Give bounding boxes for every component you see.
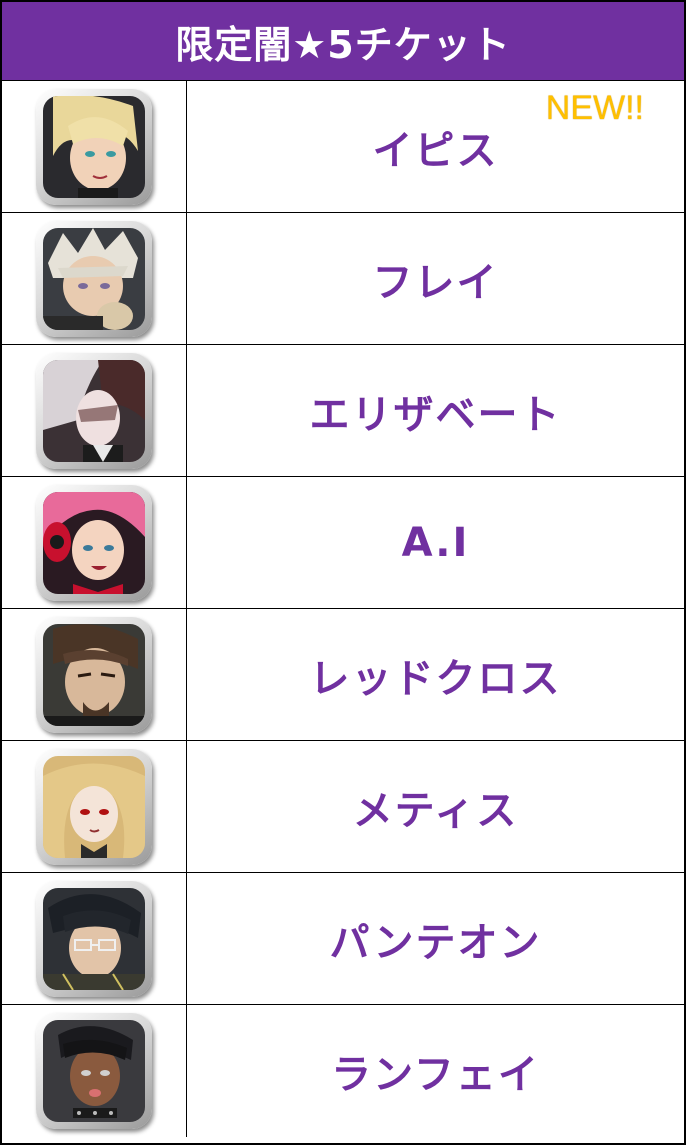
character-portrait-icon <box>36 352 152 469</box>
character-name: エリザベート <box>309 391 562 438</box>
table-row: レッドクロス <box>2 609 684 741</box>
character-portrait-icon <box>36 220 152 337</box>
icon-cell <box>2 609 187 740</box>
character-portrait-icon <box>36 484 152 601</box>
character-portrait-icon <box>36 880 152 997</box>
character-table: 限定闇★5チケット イピス NEW!! フレイ エリザベート A.I レッドクロ… <box>0 0 686 1145</box>
character-portrait-icon <box>36 88 152 205</box>
character-name: A.I <box>401 519 470 566</box>
character-name-cell: A.I <box>187 477 684 608</box>
character-name-cell: ランフェイ <box>187 1005 684 1137</box>
character-name-cell: エリザベート <box>187 345 684 476</box>
new-badge: NEW!! <box>545 89 644 127</box>
character-name: イピス <box>372 127 499 174</box>
character-name: メティス <box>352 787 519 834</box>
table-row: イピス NEW!! <box>2 81 684 213</box>
table-row: ランフェイ <box>2 1005 684 1137</box>
table-row: フレイ <box>2 213 684 345</box>
table-title: 限定闇★5チケット <box>2 2 684 81</box>
character-name: フレイ <box>372 259 499 306</box>
icon-cell <box>2 1005 187 1137</box>
character-name: レッドクロス <box>309 655 562 702</box>
icon-cell <box>2 345 187 476</box>
character-portrait-icon <box>36 616 152 733</box>
character-portrait-icon <box>36 748 152 865</box>
icon-cell <box>2 741 187 872</box>
table-row: A.I <box>2 477 684 609</box>
character-portrait-icon <box>36 1013 152 1129</box>
table-row: エリザベート <box>2 345 684 477</box>
table-row: メティス <box>2 741 684 873</box>
icon-cell <box>2 873 187 1004</box>
character-name: パンテオン <box>329 919 542 966</box>
character-name: ランフェイ <box>331 1052 540 1098</box>
character-name-cell: レッドクロス <box>187 609 684 740</box>
character-name-cell: フレイ <box>187 213 684 344</box>
character-name-cell: イピス NEW!! <box>187 81 684 212</box>
icon-cell <box>2 213 187 344</box>
character-name-cell: パンテオン <box>187 873 684 1004</box>
character-name-cell: メティス <box>187 741 684 872</box>
icon-cell <box>2 477 187 608</box>
table-row: パンテオン <box>2 873 684 1005</box>
icon-cell <box>2 81 187 212</box>
